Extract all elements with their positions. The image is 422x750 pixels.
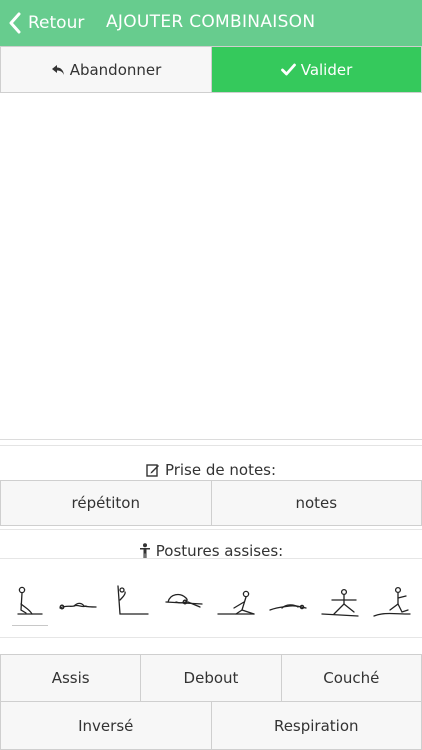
seated-pose-6-icon[interactable] [266, 580, 310, 626]
seated-pose-1-icon[interactable] [8, 580, 52, 626]
header-bar: Retour AJOUTER COMBINAISON [0, 0, 422, 46]
seated-pose-3-icon[interactable] [108, 580, 152, 626]
category-respiration-button[interactable]: Respiration [210, 702, 422, 749]
seated-pose-2-icon[interactable] [56, 580, 100, 626]
reply-icon [51, 64, 64, 75]
category-row-1: Assis Debout Couché [0, 654, 422, 702]
edit-icon [146, 464, 159, 477]
notes-section-title: Prise de notes: [0, 460, 422, 480]
page-title: AJOUTER COMBINAISON [106, 12, 316, 32]
combination-workspace[interactable] [0, 93, 422, 439]
category-debout-button[interactable]: Debout [140, 655, 280, 701]
abandon-button[interactable]: Abandonner [1, 47, 212, 92]
category-assis-button[interactable]: Assis [1, 655, 140, 701]
divider [0, 558, 422, 559]
divider [0, 445, 422, 446]
seated-pose-4-icon[interactable] [162, 580, 206, 626]
postures-strip [0, 580, 422, 630]
action-bar: Abandonner Valider [0, 46, 422, 93]
notes-button[interactable]: notes [210, 481, 422, 525]
divider [0, 529, 422, 530]
divider [0, 439, 422, 440]
back-label: Retour [28, 13, 85, 33]
category-row-2: Inversé Respiration [0, 702, 422, 750]
person-icon [139, 543, 150, 558]
check-icon [280, 63, 296, 76]
seated-pose-8-icon[interactable] [370, 580, 414, 626]
divider [0, 637, 422, 638]
seated-pose-5-icon[interactable] [214, 580, 258, 626]
validate-button[interactable]: Valider [212, 47, 421, 92]
back-button[interactable]: Retour [8, 10, 84, 36]
category-inverse-button[interactable]: Inversé [1, 702, 211, 749]
notes-buttons: répétiton notes [0, 480, 422, 526]
selected-pose-underline [12, 625, 48, 626]
category-couche-button[interactable]: Couché [280, 655, 421, 701]
notes-title-text: Prise de notes: [164, 461, 277, 479]
validate-label: Valider [300, 60, 353, 79]
repetition-button[interactable]: répétiton [1, 481, 211, 525]
chevron-left-icon [9, 12, 21, 34]
abandon-label: Abandonner [69, 60, 162, 79]
seated-pose-7-icon[interactable] [318, 580, 362, 626]
